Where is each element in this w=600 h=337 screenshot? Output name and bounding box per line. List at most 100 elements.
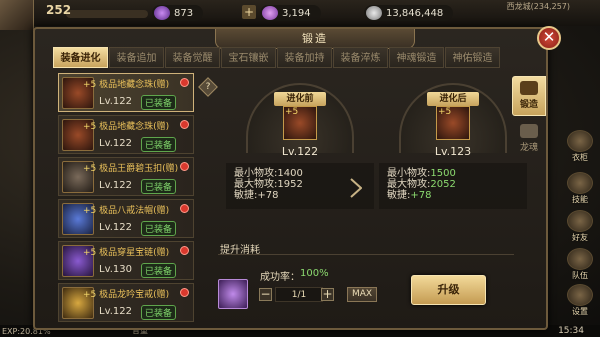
quantity-field[interactable]: 1/1 [275, 287, 323, 302]
equipped-badge: 已装备 [141, 95, 177, 110]
tab-equip-bless[interactable]: 装备加持 [277, 47, 332, 68]
clock: 15:34 [558, 326, 584, 336]
notification-dot [180, 246, 189, 255]
equipped-badge: 已装备 [141, 263, 177, 278]
before-level: Lv.122 [281, 145, 319, 158]
item-level: Lv.122 [99, 222, 132, 233]
after-level: Lv.123 [434, 145, 472, 158]
anvil-icon [520, 81, 538, 95]
notification-dot [180, 120, 189, 129]
hp-bar [66, 10, 148, 18]
max-button[interactable]: MAX [347, 287, 377, 302]
side-menu-friends[interactable]: 好友 [563, 210, 597, 250]
forge-tabs: 装备进化 装备追加 装备觉醒 宝石镶嵌 装备加持 装备淬炼 神魂锻造 神佑锻造 [53, 47, 501, 69]
tab-equip-temper[interactable]: 装备淬炼 [333, 47, 388, 68]
side-menu-wardrobe[interactable]: 衣柜 [563, 130, 597, 170]
player-portrait[interactable] [0, 0, 34, 30]
item-name: +5 极品穿星宝链(赠) [83, 248, 170, 258]
notification-dot [180, 78, 189, 87]
item-name: +5 极品地藏念珠(赠) [83, 122, 170, 132]
list-item[interactable]: +5 极品王爵碧玉扣(赠) Lv.122 已装备 [58, 157, 194, 196]
currency-silver-value: 13,846,448 [386, 7, 444, 19]
tab-equip-append[interactable]: 装备追加 [109, 47, 164, 68]
item-level: Lv.122 [99, 96, 132, 107]
item-level: Lv.130 [99, 264, 132, 275]
tab-equip-evolve[interactable]: 装备进化 [53, 47, 108, 68]
side-menu-team[interactable]: 队伍 [563, 248, 597, 288]
map-location: 西龙城(234,257) [506, 2, 570, 11]
list-item[interactable]: +5 极品地藏念珠(赠) Lv.122 已装备 [58, 73, 194, 112]
enhance-level: +5 [438, 107, 452, 117]
compare-after: 进化后 +5 Lv.123 最小物攻:1500 最大物攻:2052 敏捷:+78 [379, 83, 527, 209]
quantity-decrement-button[interactable]: − [259, 288, 272, 301]
min-atk-value: 1400 [277, 168, 303, 179]
currency-bound-diamond: 3,194 [260, 5, 321, 21]
list-item[interactable]: +5 极品八戒法帽(赠) Lv.122 已装备 [58, 199, 194, 238]
equipped-badge: 已装备 [141, 179, 177, 194]
enhance-level: +5 [285, 107, 299, 117]
vtab-forge[interactable]: 锻造 [512, 76, 546, 116]
list-item[interactable]: +5 极品穿星宝链(赠) Lv.130 已装备 [58, 241, 194, 280]
side-menu-label: 技能 [572, 195, 588, 204]
side-menu-skills[interactable]: 技能 [563, 172, 597, 212]
side-menu-label: 好友 [572, 233, 588, 242]
upgrade-button[interactable]: 升级 [411, 275, 486, 305]
after-label: 进化后 [427, 92, 479, 106]
currency-diamond-value: 873 [174, 7, 194, 19]
top-hud: 252 873 + 3,194 13,846,448 西龙城(234,257) [0, 0, 600, 30]
bound-diamond-icon [262, 6, 278, 20]
silver-ingot-icon [366, 6, 382, 20]
notification-dot [180, 162, 189, 171]
panel-titlebar: 锻造 [215, 29, 415, 49]
quantity-increment-button[interactable]: + [321, 288, 334, 301]
currency-bound-diamond-value: 3,194 [282, 7, 311, 19]
tab-divine-forge[interactable]: 神佑锻造 [445, 47, 500, 68]
vtab-label: 锻造 [519, 100, 538, 110]
arrow-right-icon [350, 178, 362, 198]
vtab-label: 龙魂 [519, 143, 538, 153]
list-item[interactable]: +5 极品地藏念珠(赠) Lv.122 已装备 [58, 115, 194, 154]
tab-gem-inlay[interactable]: 宝石镶嵌 [221, 47, 276, 68]
item-level: Lv.122 [99, 138, 132, 149]
equipped-badge: 已装备 [141, 305, 177, 320]
side-menu-label: 设置 [572, 307, 588, 316]
item-name: +5 极品王爵碧玉扣(赠) [83, 164, 179, 174]
tab-equip-awaken[interactable]: 装备觉醒 [165, 47, 220, 68]
diamond-icon [154, 6, 170, 20]
side-menu-label: 衣柜 [572, 153, 588, 162]
material-orb-icon[interactable] [218, 279, 248, 309]
vtab-dragon-soul[interactable]: 龙魂 [512, 120, 546, 160]
before-label: 进化前 [274, 92, 326, 106]
equipped-badge: 已装备 [141, 137, 177, 152]
dragon-icon [520, 124, 538, 138]
item-level: Lv.122 [99, 306, 132, 317]
tab-soul-forge[interactable]: 神魂锻造 [389, 47, 444, 68]
side-menu-settings[interactable]: 设置 [563, 284, 597, 324]
max-atk-value: 2052 [430, 179, 456, 190]
notification-dot [180, 204, 189, 213]
notification-dot [180, 288, 189, 297]
settings-icon [567, 284, 593, 306]
player-level: 252 [46, 3, 72, 17]
item-name: +5 极品龙吟宝戒(赠) [83, 290, 170, 300]
friends-icon [567, 210, 593, 232]
recharge-button[interactable]: + [242, 5, 256, 19]
panel-title: 锻造 [302, 32, 328, 45]
success-rate-value: 100% [300, 268, 329, 279]
equipment-list[interactable]: +5 极品地藏念珠(赠) Lv.122 已装备 +5 极品地藏念珠(赠) Lv.… [58, 73, 194, 328]
team-icon [567, 248, 593, 270]
currency-diamond: 873 [152, 5, 204, 21]
item-level: Lv.122 [99, 180, 132, 191]
wardrobe-icon [567, 130, 593, 152]
list-item[interactable]: +5 极品龙吟宝戒(赠) Lv.122 已装备 [58, 283, 194, 322]
success-rate-label: 成功率： [260, 272, 300, 283]
min-atk-value: 1500 [430, 168, 456, 179]
skills-icon [567, 172, 593, 194]
equipped-badge: 已装备 [141, 221, 177, 236]
agi-value: +78 [257, 190, 279, 201]
max-atk-value: 1952 [277, 179, 303, 190]
close-button[interactable]: ✕ [537, 26, 561, 50]
item-name: +5 极品地藏念珠(赠) [83, 80, 170, 90]
divider [218, 254, 514, 255]
agi-value: +78 [410, 190, 432, 201]
